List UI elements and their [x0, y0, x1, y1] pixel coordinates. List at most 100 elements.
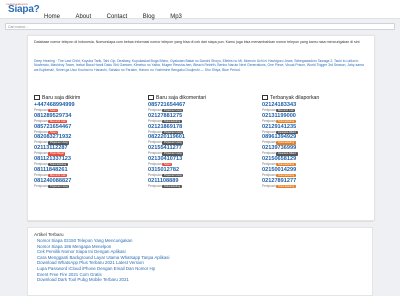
category-badge: Telemarketing	[162, 119, 182, 124]
nav-blog[interactable]: Blog	[143, 14, 155, 20]
category-badge: Pinjaman Uang	[48, 184, 70, 188]
entry-tag: Penipuan	[148, 108, 162, 112]
entry-tag: Penipuan	[262, 129, 276, 134]
articles-list: Nomor Siapa 02150 Telepon Yang Mencuriga…	[37, 238, 169, 283]
entry-meta: Penipuan Pinjaman Uang	[148, 130, 256, 134]
phone-entry: 02130410713 Penipuan Scam	[148, 156, 256, 167]
top-navbar: nomor telepon Siapa? Home About Contact …	[0, 0, 400, 20]
phone-entry: 02121869178 Penipuan Pinjaman Uang	[148, 124, 256, 135]
column-heading-text: Baru saja dikirim	[42, 95, 81, 101]
category-badge: Menuruh Cek	[48, 173, 68, 178]
column-heading: Baru saja dikirim	[34, 95, 142, 102]
entry-tag: Penipuan	[262, 183, 276, 188]
entry-tag: Penipuan	[148, 161, 162, 166]
phone-entry: 081240088827 Penipuan Pinjaman Uang	[34, 178, 142, 189]
column-most-reported: Terbanyak dilaporkan 02124183343 Penipuan M…	[262, 95, 370, 188]
entry-meta: Penipuan Menuruh Cek	[34, 118, 142, 124]
entry-tag: Penipuan	[262, 172, 276, 177]
entry-meta: Penipuan Telemarketing	[262, 118, 370, 124]
category-badge: Scam	[162, 162, 173, 167]
entry-meta: Penipuan Pinjaman Uang	[34, 184, 142, 188]
phone-entry: 0211108889 Penipuan Telemarketing	[148, 178, 256, 189]
entry-meta: Penipuan Scam	[34, 130, 142, 134]
phone-entry: 02155411277 Penipuan Pinjaman Uang	[148, 145, 256, 156]
article-link[interactable]: Download Dark Tool Pubg Mobile Terbaru 2…	[37, 277, 169, 283]
phone-entry: 08111848261 Penipuan Menuruh Cek	[34, 167, 142, 178]
phone-entry: 02124183343 Penipuan Menuruh Cek	[262, 102, 370, 113]
phone-entry: 085721654467 Penipuan Scam	[34, 124, 142, 135]
entry-tag: Penipuan	[34, 108, 48, 112]
category-badge: Telemarketing	[276, 162, 296, 167]
entry-meta: Penipuan Asuransi Allianz	[262, 151, 370, 156]
entry-meta: Penipuan Scam	[148, 161, 256, 167]
phone-entry: 02150658129 Penipuan Telemarketing	[262, 156, 370, 167]
entry-tag: Penipuan	[262, 118, 276, 123]
phone-entry: 082220119601 Penipuan Pinjaman Uang	[148, 134, 256, 145]
nav-home[interactable]: Home	[44, 14, 60, 20]
phone-entry: 082083271932 Penipuan Pinjaman Uang	[34, 134, 142, 145]
phone-entry: 02131199000 Penipuan Telemarketing	[262, 113, 370, 124]
article-link[interactable]: Lupa Password iCloud iPhone Dengan Email…	[37, 266, 169, 272]
category-badge: Pinjaman Uang	[162, 173, 184, 178]
entry-tag: Penipuan	[148, 140, 162, 145]
entry-meta: Penipuan Pinjaman Uang	[148, 108, 256, 113]
nav-contact[interactable]: Contact	[107, 14, 128, 20]
entry-tag: Penipuan	[34, 172, 48, 177]
entry-meta: Penipuan Pinjol Illegal	[34, 151, 142, 156]
alert-icon	[262, 95, 268, 101]
articles-heading: Artikel Terbaru	[34, 232, 64, 237]
site-logo[interactable]: nomor telepon Siapa?	[6, 2, 40, 16]
entry-meta: Penipuan Pinjaman Uang	[148, 151, 256, 156]
column-heading: Baru saja dikomentari	[148, 95, 256, 102]
phone-entry: 02127891277 Penipuan Telemarketing	[262, 178, 370, 189]
comment-icon	[148, 95, 154, 101]
phone-entry: 0315012782 Penipuan Pinjaman Uang	[148, 167, 256, 178]
nav-about[interactable]: About	[75, 14, 91, 20]
column-heading-text: Baru saja dikomentari	[156, 95, 207, 101]
entry-tag: Penipuan	[34, 118, 48, 123]
entry-meta: Penipuan Menuruh Cek	[262, 108, 370, 113]
entry-meta: Penipuan Scam	[34, 108, 142, 113]
entry-meta: Penipuan Pinjaman Uang	[34, 140, 142, 145]
phone-entry: 08961394929 Penipuan Telemarketing	[262, 134, 370, 145]
main-panel: Database nomor telepon di Indonesia. Nom…	[27, 35, 375, 221]
latest-articles: Artikel Terbaru Nomor Siapa 02150 Telepo…	[27, 227, 373, 296]
category-badge: Menuruh Cek	[48, 119, 68, 124]
phone-entry: 085721654467 Penipuan Pinjaman Uang	[148, 102, 256, 113]
category-badge: Telemarketing	[276, 173, 296, 178]
entry-meta: Penipuan Menuruh Cek	[34, 172, 142, 178]
nav-mp3[interactable]: Mp3	[170, 14, 182, 20]
section-divider	[27, 221, 373, 222]
column-heading-text: Terbanyak dilaporkan	[270, 95, 320, 101]
entry-tag: Penipuan	[262, 140, 276, 145]
entry-tag: Penipuan	[34, 183, 48, 188]
category-badge: Telemarketing	[276, 184, 296, 188]
category-badge: Telemarketing	[162, 184, 182, 188]
entry-meta: Penipuan Telemarketing	[262, 172, 370, 178]
category-badge: Telemarketing	[48, 162, 68, 167]
phone-entry: 081289529734 Penipuan Menuruh Cek	[34, 113, 142, 124]
entry-meta: Penipuan Pinjaman Uang	[148, 173, 256, 178]
column-heading: Terbanyak dilaporkan	[262, 95, 370, 102]
category-badge: Scam	[48, 109, 59, 113]
entry-tag: Penipuan	[148, 129, 162, 134]
phone-entry: 02113112287 Penipuan Pinjol Illegal	[34, 145, 142, 156]
entry-meta: Penipuan Pinjaman Uang	[148, 140, 256, 145]
main-nav: Home About Contact Blog Mp3	[44, 5, 193, 23]
entry-tag: Penipuan	[34, 161, 48, 166]
tag-links[interactable]: Deep Hearing · The Last Child, Kuyuba Ta…	[34, 59, 368, 72]
search-input[interactable]: Cari nomor...	[5, 23, 395, 30]
entry-meta: Penipuan Telemarketing	[148, 184, 256, 188]
phone-entry: +447468994999 Penipuan Scam	[34, 102, 142, 113]
column-recent-submitted: Baru saja dikirim +447468994999 Penipuan Sc…	[34, 95, 142, 188]
entry-tag: Penipuan	[34, 151, 48, 156]
entry-tag: Penipuan	[262, 161, 276, 166]
entry-meta: Penipuan Telemarketing	[262, 184, 370, 188]
entry-tag: Penipuan	[148, 118, 162, 123]
entry-tag: Penipuan	[148, 183, 162, 188]
intro-text: Database nomor telepon di Indonesia. Nom…	[34, 40, 361, 44]
phone-entry: 02129141235 Penipuan Asuransi Allianz	[262, 124, 370, 135]
entry-tag: Penipuan	[34, 129, 48, 134]
entry-meta: Penipuan Telemarketing	[262, 161, 370, 167]
entry-meta: Penipuan Asuransi Allianz	[262, 130, 370, 134]
